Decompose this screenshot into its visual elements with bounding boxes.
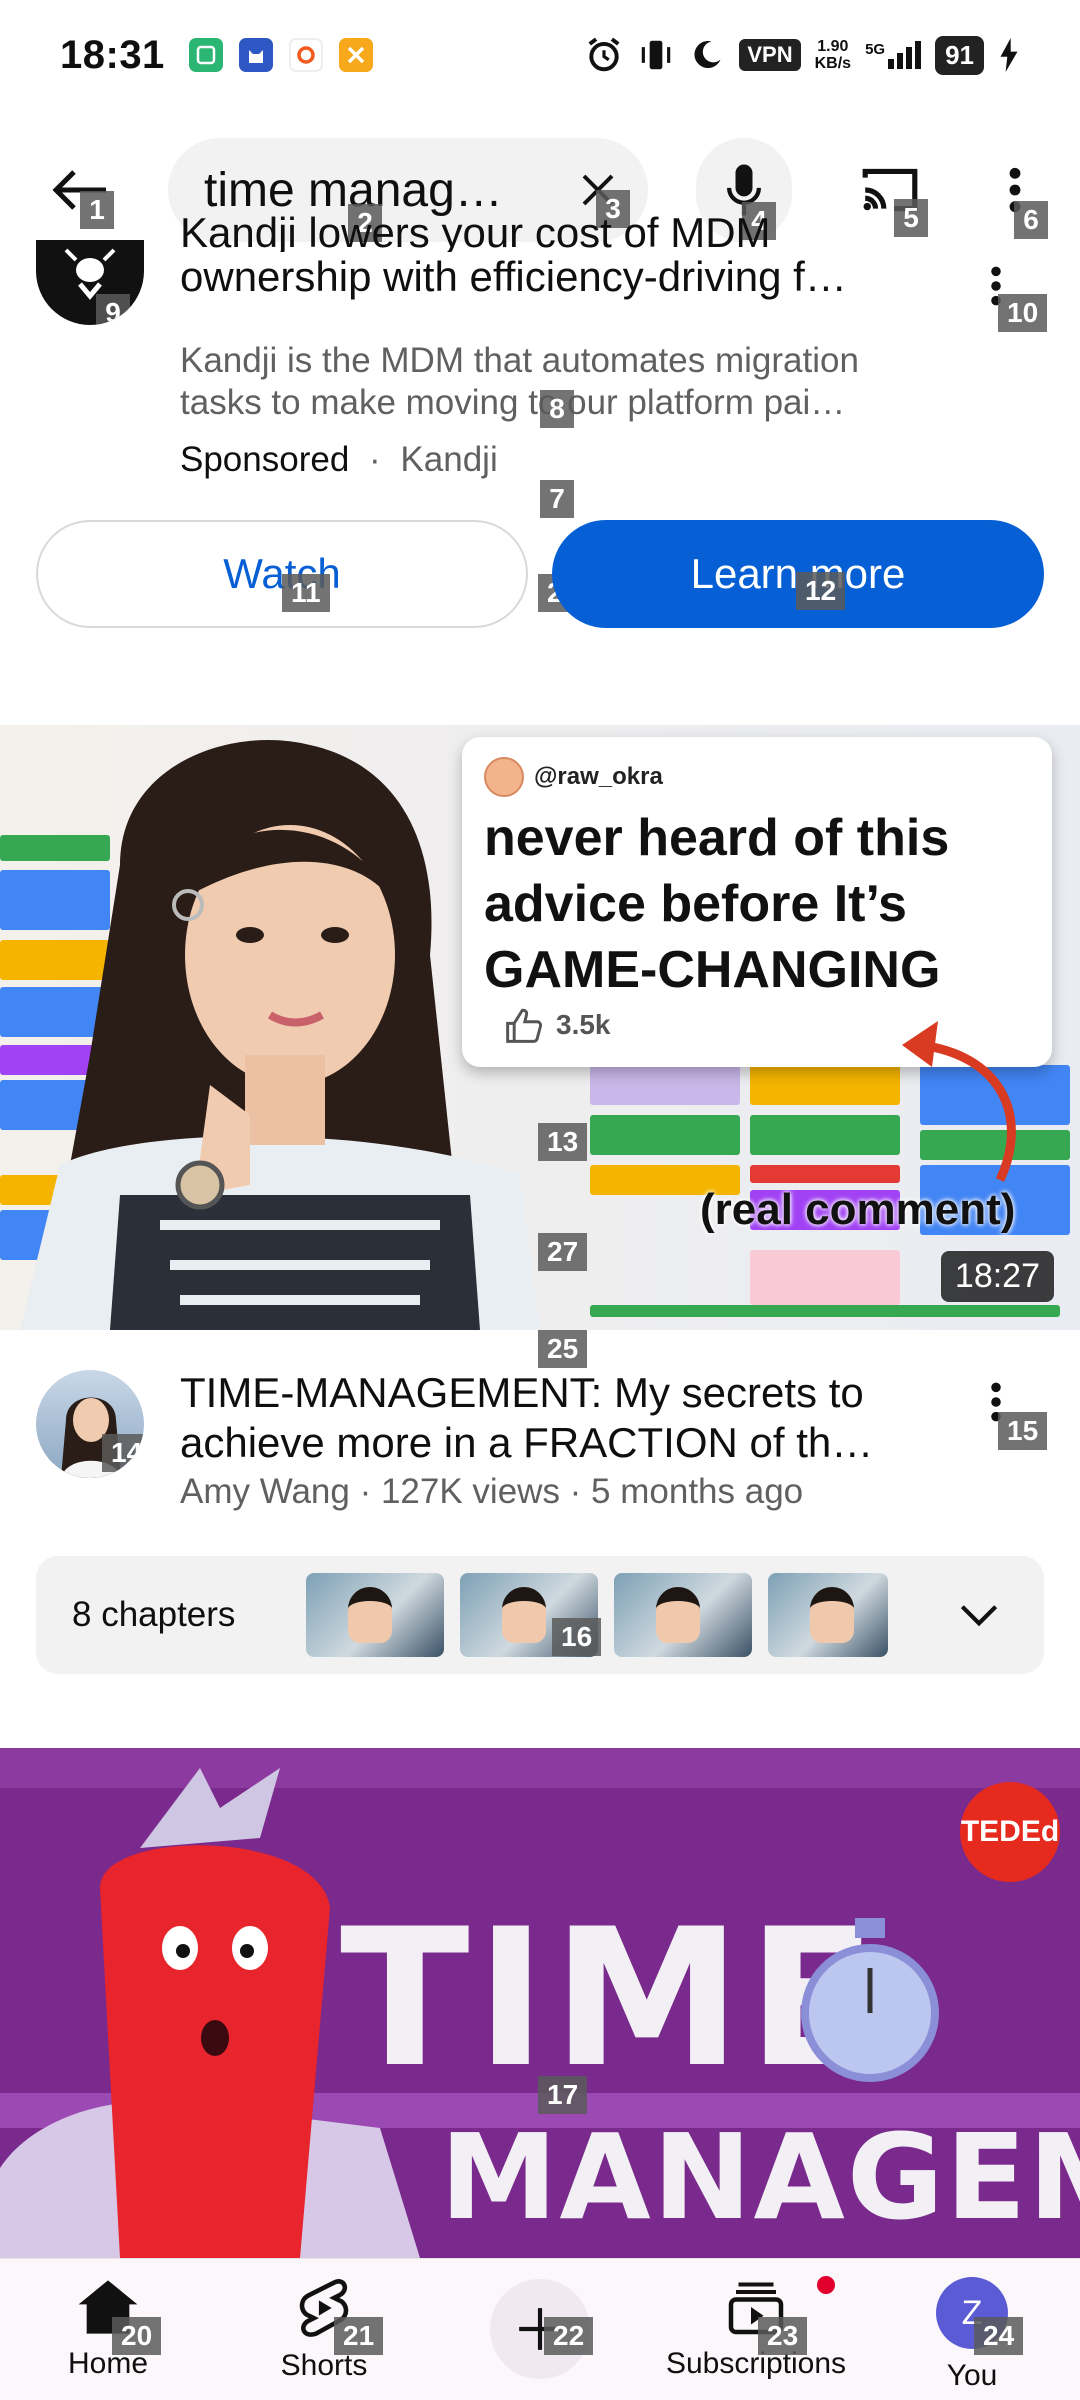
comment-user: @raw_okra [484,757,1030,797]
overlay-index-tag: 7 [540,480,574,518]
video-thumbnail[interactable]: @raw_okra never heard of this advice bef… [0,725,1080,1330]
ring-app-icon [288,38,323,72]
chapters-label: 8 chapters [72,1595,236,1634]
ad-title-line2: ownership with efficiency-driving f… [180,253,847,300]
video-more-options-button[interactable]: 15 [990,1380,1048,1450]
nav-shorts[interactable]: Shorts 21 [216,2259,432,2400]
chapter-thumbnail[interactable] [614,1573,752,1657]
video-meta: Amy Wang · 127K views · 5 months ago [180,1472,804,1511]
overlay-index-tag: 9 [96,294,130,325]
new-content-dot [814,2273,838,2297]
overlay-index-tag: 22 [544,2317,594,2355]
battery-level: 91 [935,35,984,75]
ad-meta: Sponsored · Kandji [180,440,498,480]
nav-create[interactable]: 22 [432,2259,648,2400]
nav-you[interactable]: Z You 24 [864,2259,1080,2400]
video-info-row[interactable]: 14 TIME-MANAGEMENT: My secrets to achiev… [0,1360,1080,1520]
vpn-badge: VPN [739,39,801,71]
comment-user-avatar [484,757,524,797]
overlay-caption: (real comment) [700,1185,1016,1234]
watch-button[interactable]: Watch 11 [36,520,528,628]
stopwatch-icon [801,1918,939,2082]
nav-home[interactable]: Home 20 [0,2259,216,2400]
overlay-index-tag: 10 [998,294,1048,332]
overlay-index-tag: 8 [540,390,574,428]
overlay-index-tag: 21 [334,2317,384,2355]
comment-username: @raw_okra [534,763,663,790]
thumbs-up-icon [506,1008,543,1043]
comment-like-count: 3.5k [556,1009,611,1040]
chapters-bar[interactable]: 8 chapters 16 [36,1556,1044,1674]
overlay-index-tag: 20 [112,2317,162,2355]
sponsored-label: Sponsored [180,440,350,479]
advertiser-name: Kandji [400,440,498,479]
status-bar: 18:31 VPN 1.90 KB/s 5G 91 [0,0,1080,110]
status-indicators: VPN 1.90 KB/s 5G 91 [585,35,1020,75]
network-type: 5G [865,41,886,58]
curved-arrow-icon [902,1021,1016,1182]
back-button[interactable]: 1 [40,155,120,229]
chapter-thumbnail[interactable] [306,1573,444,1657]
ted-ed-badge: TEDEd [960,1782,1060,1882]
app-notification-icon [188,38,223,72]
overlay-index-tag: 1 [80,191,114,229]
bottom-navigation: Home 20 Shorts 21 22 Subscriptions 23 Z … [0,2258,1080,2400]
overlay-index-tag: 13 [538,1123,588,1161]
advertiser-avatar[interactable]: 9 [36,240,144,325]
overlay-index-tag: 14 [102,1434,144,1472]
speed-unit: KB/s [814,55,852,72]
overlay-index-tag: 12 [796,572,846,610]
notification-icons [188,38,373,72]
ad-more-options-button[interactable]: 10 [990,264,1048,332]
overlay-index-tag: 17 [538,2076,588,2114]
video-title-line2: achieve more in a FRACTION of th… [180,1419,874,1466]
video-title[interactable]: TIME-MANAGEMENT: My secrets to achieve m… [180,1368,940,1468]
nav-you-label: You [946,2359,998,2392]
alarm-icon [588,37,620,72]
nav-subscriptions[interactable]: Subscriptions 23 [648,2259,864,2400]
overlay-index-tag: 6 [1014,201,1048,239]
cat-app-icon [238,38,273,72]
chapter-thumbnail[interactable] [768,1573,888,1657]
overlay-index-tag: 27 [538,1233,588,1271]
learn-more-button[interactable]: Learn more 12 [552,520,1044,628]
overlay-index-tag: 11 [282,574,330,612]
charging-bolt-icon [1000,38,1018,72]
speed-value: 1.90 [817,38,849,55]
meta-separator: · [369,440,381,479]
network-speed: 1.90 KB/s [815,38,851,72]
nav-subscriptions-label: Subscriptions [665,2347,847,2380]
signal-strength-icon: 5G [865,41,922,69]
ad-title[interactable]: Kandji lowers your cost of MDM ownership… [180,209,940,302]
video-thumbnail-ted[interactable]: TEDEd TIME MANAGEMENT 17 [0,1748,1080,2258]
tools-app-icon [338,38,373,72]
do-not-disturb-moon-icon [694,41,721,69]
video-duration-badge: 18:27 [940,1251,1054,1302]
sponsored-ad[interactable]: 9 Kandji lowers your cost of MDM ownersh… [0,209,1080,640]
channel-avatar[interactable]: 14 [36,1370,144,1478]
overlay-index-tag: 16 [552,1618,602,1656]
overlay-index-tag: 24 [974,2317,1024,2355]
thumbnail-title-sub: MANAGEMENT [440,2108,1080,2246]
video-title-line1: TIME-MANAGEMENT: My secrets to [180,1369,864,1416]
comment-text: never heard of this advice before It’s G… [484,809,950,999]
more-options-button[interactable]: 6 [990,155,1048,239]
ad-title-line1: Kandji lowers your cost of MDM [180,209,771,252]
vibrate-icon [642,40,671,70]
overlay-index-tag: 23 [758,2317,808,2355]
chevron-down-icon[interactable] [954,1590,1004,1640]
overlay-index-tag: 15 [998,1412,1048,1450]
status-time: 18:31 [60,32,165,77]
